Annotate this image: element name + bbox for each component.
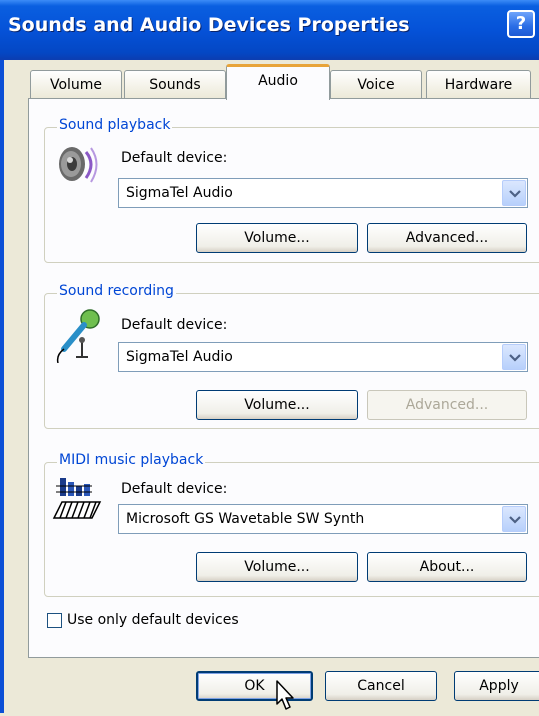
mouse-pointer-icon — [276, 680, 296, 716]
playback-device-select[interactable]: SigmaTel Audio — [118, 178, 528, 208]
tab-audio[interactable]: Audio — [226, 64, 330, 100]
midi-keyboard-icon — [52, 474, 102, 528]
midi-device-value: Microsoft GS Wavetable SW Synth — [126, 511, 365, 527]
recording-device-select[interactable]: SigmaTel Audio — [118, 342, 528, 372]
window-frame-left — [0, 60, 4, 713]
midi-playback-legend: MIDI music playback — [57, 452, 206, 468]
apply-button[interactable]: Apply — [454, 671, 539, 701]
playback-device-value: SigmaTel Audio — [126, 185, 233, 201]
window-title: Sounds and Audio Devices Properties — [8, 14, 410, 36]
recording-volume-button[interactable]: Volume... — [196, 390, 358, 420]
tab-sounds[interactable]: Sounds — [124, 70, 226, 98]
playback-volume-button[interactable]: Volume... — [196, 223, 358, 253]
chevron-down-icon[interactable] — [502, 180, 526, 206]
tab-volume[interactable]: Volume — [30, 70, 122, 98]
midi-device-select[interactable]: Microsoft GS Wavetable SW Synth — [118, 504, 528, 534]
speaker-icon — [52, 140, 102, 194]
recording-device-value: SigmaTel Audio — [126, 349, 233, 365]
sound-recording-legend: Sound recording — [57, 283, 176, 299]
playback-device-label: Default device: — [121, 150, 228, 166]
use-default-devices-label[interactable]: Use only default devices — [67, 612, 239, 628]
recording-device-label: Default device: — [121, 317, 228, 333]
title-bar: Sounds and Audio Devices Properties ? — [0, 0, 539, 60]
tab-voice[interactable]: Voice — [330, 70, 422, 98]
playback-advanced-button[interactable]: Advanced... — [367, 223, 527, 253]
midi-volume-button[interactable]: Volume... — [196, 552, 358, 582]
use-default-devices-checkbox[interactable] — [47, 613, 62, 628]
chevron-down-icon[interactable] — [502, 344, 526, 370]
midi-device-label: Default device: — [121, 481, 228, 497]
midi-about-button[interactable]: About... — [367, 552, 527, 582]
help-button[interactable]: ? — [507, 10, 535, 38]
cancel-button[interactable]: Cancel — [325, 671, 437, 701]
tab-hardware[interactable]: Hardware — [426, 70, 531, 98]
recording-advanced-button[interactable]: Advanced... — [367, 390, 527, 420]
microphone-icon — [52, 307, 102, 367]
sound-playback-legend: Sound playback — [57, 117, 173, 133]
chevron-down-icon[interactable] — [502, 506, 526, 532]
